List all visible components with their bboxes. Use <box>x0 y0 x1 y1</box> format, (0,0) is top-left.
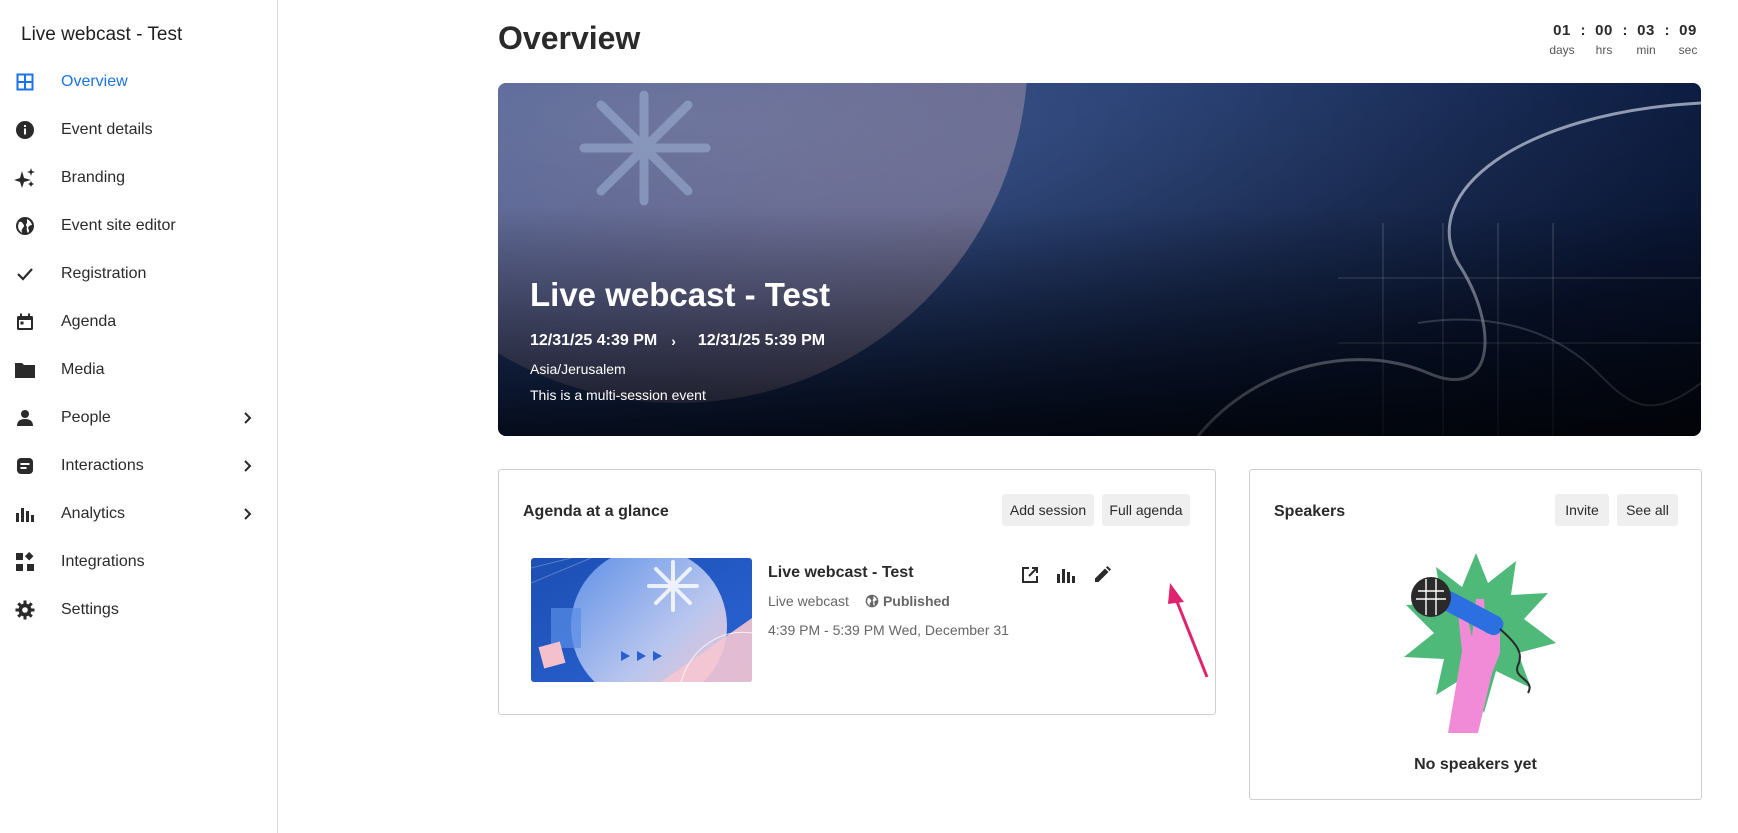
countdown-days: 01 days <box>1545 22 1579 57</box>
sidebar-item-label: Branding <box>61 169 126 186</box>
sidebar-item-label: Overview <box>61 73 128 90</box>
sidebar-item-analytics[interactable]: Analytics <box>0 490 277 538</box>
banner-dates: 12/31/25 4:39 PM › 12/31/25 5:39 PM <box>530 332 825 350</box>
session-meta: Live webcast Published <box>768 593 950 609</box>
analytics-icon[interactable] <box>1055 564 1077 586</box>
countdown-separator: : <box>1622 22 1628 39</box>
session-status: Published <box>882 593 950 609</box>
open-external-icon[interactable] <box>1019 564 1041 586</box>
arrow-right-icon: › <box>671 333 676 349</box>
sidebar-item-label: Analytics <box>61 505 126 522</box>
sidebar-item-settings[interactable]: Settings <box>0 586 277 634</box>
gear-icon <box>14 599 36 621</box>
sidebar-item-registration[interactable]: Registration <box>0 250 277 298</box>
sidebar-item-event-details[interactable]: Event details <box>0 106 277 154</box>
page-title: Overview <box>498 20 641 56</box>
session-time: 4:39 PM - 5:39 PM Wed, December 31 <box>768 622 1009 638</box>
see-all-button[interactable]: See all <box>1617 494 1678 526</box>
chevron-right-icon <box>240 458 254 474</box>
add-session-button[interactable]: Add session <box>1002 494 1094 526</box>
event-banner: Live webcast - Test 12/31/25 4:39 PM › 1… <box>498 83 1701 436</box>
speakers-card-title: Speakers <box>1274 503 1346 520</box>
event-title: Live webcast - Test <box>21 24 183 45</box>
sidebar: Live webcast - Test Overview Event detai… <box>0 0 278 833</box>
banner-title: Live webcast - Test <box>530 276 831 313</box>
countdown-timer: 01 days : 00 hrs : 03 min : 09 sec <box>1545 22 1705 57</box>
banner-timezone: Asia/Jerusalem <box>530 361 626 377</box>
countdown-separator: : <box>1580 22 1586 39</box>
countdown-separator: : <box>1664 22 1670 39</box>
info-icon <box>14 119 36 141</box>
countdown-value: 00 <box>1595 22 1613 39</box>
agenda-card-title: Agenda at a glance <box>523 503 669 520</box>
speakers-card: Speakers Invite See all No speakers yet <box>1249 469 1702 800</box>
empty-state-text: No speakers yet <box>1414 756 1537 773</box>
check-icon <box>14 263 36 285</box>
sidebar-item-label: Interactions <box>61 457 144 474</box>
countdown-seconds: 09 sec <box>1671 22 1705 57</box>
countdown-value: 01 <box>1553 22 1571 39</box>
banner-start-date: 12/31/25 4:39 PM <box>530 332 658 349</box>
annotation-arrow <box>1168 583 1209 678</box>
session-thumbnail <box>531 558 752 682</box>
apps-icon <box>14 551 36 573</box>
sidebar-item-branding[interactable]: Branding <box>0 154 277 202</box>
calendar-icon <box>14 311 36 333</box>
person-icon <box>14 407 36 429</box>
chat-icon <box>14 455 36 477</box>
grid-icon <box>14 71 36 93</box>
sidebar-item-media[interactable]: Media <box>0 346 277 394</box>
sidebar-item-agenda[interactable]: Agenda <box>0 298 277 346</box>
banner-note: This is a multi-session event <box>530 387 706 403</box>
countdown-label: hrs <box>1595 43 1613 57</box>
sidebar-item-label: People <box>61 409 111 426</box>
sidebar-item-people[interactable]: People <box>0 394 277 442</box>
countdown-hours: 00 hrs <box>1587 22 1621 57</box>
sidebar-item-label: Integrations <box>61 553 145 570</box>
countdown-value: 03 <box>1637 22 1655 39</box>
sidebar-item-label: Registration <box>61 265 147 282</box>
bar-chart-icon <box>14 503 36 525</box>
sidebar-item-event-site-editor[interactable]: Event site editor <box>0 202 277 250</box>
globe-icon <box>865 594 879 608</box>
sidebar-item-label: Agenda <box>61 313 117 330</box>
chevron-right-icon <box>240 506 254 522</box>
sidebar-item-interactions[interactable]: Interactions <box>0 442 277 490</box>
globe-icon <box>14 215 36 237</box>
sidebar-item-label: Event site editor <box>61 217 176 234</box>
banner-end-date: 12/31/25 5:39 PM <box>697 332 826 349</box>
edit-pencil-icon[interactable] <box>1091 564 1113 586</box>
banner-decoration <box>498 83 1701 436</box>
chevron-right-icon <box>240 410 254 426</box>
session-type: Live webcast <box>768 593 849 609</box>
sidebar-item-overview[interactable]: Overview <box>0 58 277 106</box>
countdown-value: 09 <box>1679 22 1697 39</box>
countdown-label: days <box>1549 43 1575 57</box>
countdown-label: min <box>1636 43 1656 57</box>
agenda-card: Agenda at a glance Add session Full agen… <box>498 469 1216 715</box>
folder-icon <box>14 359 36 381</box>
microphone-illustration <box>1404 553 1556 733</box>
invite-button[interactable]: Invite <box>1555 494 1609 526</box>
sparkle-icon <box>14 167 36 189</box>
session-title[interactable]: Live webcast - Test <box>768 564 914 582</box>
sidebar-item-label: Event details <box>61 121 153 138</box>
sidebar-nav: Overview Event details Branding Event si… <box>0 58 277 634</box>
sidebar-item-label: Settings <box>61 601 119 618</box>
full-agenda-button[interactable]: Full agenda <box>1102 494 1190 526</box>
sidebar-item-label: Media <box>61 361 105 378</box>
countdown-label: sec <box>1678 43 1698 57</box>
sidebar-item-integrations[interactable]: Integrations <box>0 538 277 586</box>
countdown-minutes: 03 min <box>1629 22 1663 57</box>
